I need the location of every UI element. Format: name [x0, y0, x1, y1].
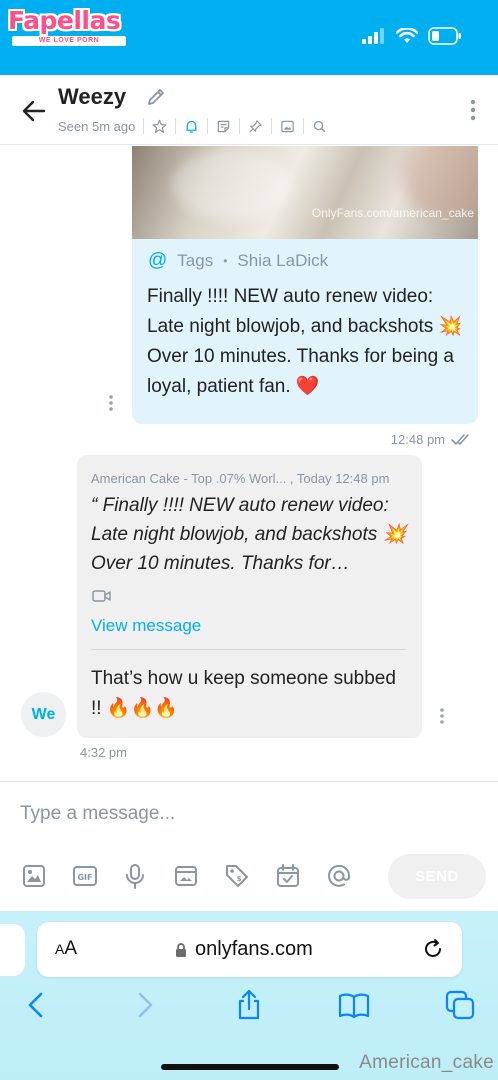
- incoming-message-bubble[interactable]: American Cake - Top .07% Worl... , Today…: [77, 455, 422, 738]
- logo-tagline: WE LOVE PORN: [12, 36, 126, 46]
- search-icon[interactable]: [312, 119, 327, 134]
- quoted-message-meta: American Cake - Top .07% Worl... , Today…: [91, 471, 390, 486]
- bookmarks-icon[interactable]: [338, 989, 370, 1021]
- at-icon: @: [148, 250, 168, 271]
- image-icon[interactable]: [280, 119, 295, 134]
- fapellas-logo: Fapellas WE LOVE PORN: [8, 6, 130, 46]
- send-button[interactable]: SEND: [388, 854, 486, 899]
- message-media-preview[interactable]: OnlyFans.com/american_cake: [132, 146, 478, 239]
- message-list: OnlyFans.com/american_cake @ Tags • Shia…: [0, 146, 498, 780]
- lock-icon: [176, 942, 186, 957]
- message-composer: GIF $ SEND: [0, 781, 498, 911]
- gif-icon[interactable]: GIF: [71, 862, 99, 890]
- corner-watermark: American_cake: [359, 1052, 494, 1073]
- header-meta-row: Seen 5m ago: [58, 118, 327, 134]
- incoming-message-text: That’s how u keep someone subbed !! 🔥🔥🔥: [91, 668, 396, 719]
- tags-row: @ Tags • Shia LaDick: [148, 250, 329, 271]
- calendar-icon[interactable]: [274, 862, 302, 890]
- image-icon[interactable]: [20, 862, 48, 890]
- last-seen-text: Seen 5m ago: [58, 118, 136, 134]
- address-bar[interactable]: AA onlyfans.com: [37, 922, 462, 977]
- tags-label: Tags: [177, 251, 214, 270]
- more-vertical-icon[interactable]: [439, 707, 445, 725]
- quote-divider: [91, 649, 406, 650]
- back-arrow-icon[interactable]: [20, 97, 48, 125]
- double-check-icon: [451, 433, 469, 445]
- star-icon[interactable]: [152, 119, 167, 134]
- wifi-icon: [396, 28, 418, 43]
- media-watermark: OnlyFans.com/american_cake: [311, 206, 474, 220]
- pin-icon[interactable]: [248, 119, 263, 134]
- outgoing-message-time: 12:48 pm: [390, 432, 445, 447]
- chevron-left-icon[interactable]: [21, 989, 53, 1021]
- svg-text:$: $: [237, 875, 242, 883]
- microphone-icon[interactable]: [121, 862, 149, 890]
- note-icon[interactable]: [216, 119, 231, 134]
- avatar[interactable]: We: [21, 692, 66, 737]
- tagged-user-link[interactable]: Shia LaDick: [237, 251, 328, 271]
- view-message-link[interactable]: View message: [91, 616, 201, 636]
- status-bar: Fapellas WE LOVE PORN: [0, 0, 498, 75]
- tabs-icon[interactable]: [444, 989, 476, 1021]
- outgoing-message-bubble[interactable]: OnlyFans.com/american_cake @ Tags • Shia…: [132, 146, 478, 424]
- chat-partner-name[interactable]: Weezy: [58, 84, 126, 110]
- browser-nav-row: [0, 989, 498, 1029]
- chevron-right-icon[interactable]: [128, 989, 160, 1021]
- outgoing-message-text: Finally !!!! NEW auto renew video: Late …: [147, 286, 463, 397]
- price-tag-icon[interactable]: $: [223, 862, 251, 890]
- signal-icon: [362, 28, 384, 44]
- svg-text:GIF: GIF: [77, 873, 92, 882]
- vault-icon[interactable]: [172, 862, 200, 890]
- outgoing-message-time-row: 12:48 pm: [391, 432, 473, 447]
- more-vertical-icon[interactable]: [470, 99, 476, 121]
- message-input[interactable]: [20, 800, 460, 828]
- previous-tab-preview[interactable]: [0, 924, 25, 976]
- at-icon[interactable]: [325, 862, 353, 890]
- more-vertical-icon[interactable]: [108, 394, 114, 412]
- reader-options-button[interactable]: AA: [55, 938, 77, 960]
- incoming-message-time: 4:32 pm: [80, 745, 127, 760]
- bell-icon[interactable]: [184, 119, 199, 134]
- pencil-icon[interactable]: [145, 86, 167, 108]
- chat-header: Weezy Seen 5m ago: [0, 75, 498, 145]
- url-display[interactable]: onlyfans.com: [175, 938, 313, 961]
- video-icon: [92, 590, 111, 602]
- battery-icon: [428, 27, 461, 45]
- home-indicator[interactable]: [161, 1064, 339, 1070]
- browser-toolbar: AA onlyfans.com American_cake: [0, 911, 498, 1080]
- reload-icon[interactable]: [422, 938, 444, 960]
- quoted-message-text: “ Finally !!!! NEW auto renew video: Lat…: [91, 495, 407, 574]
- share-icon[interactable]: [233, 989, 265, 1021]
- url-text: onlyfans.com: [195, 938, 313, 960]
- logo-text: Fapellas: [8, 6, 121, 35]
